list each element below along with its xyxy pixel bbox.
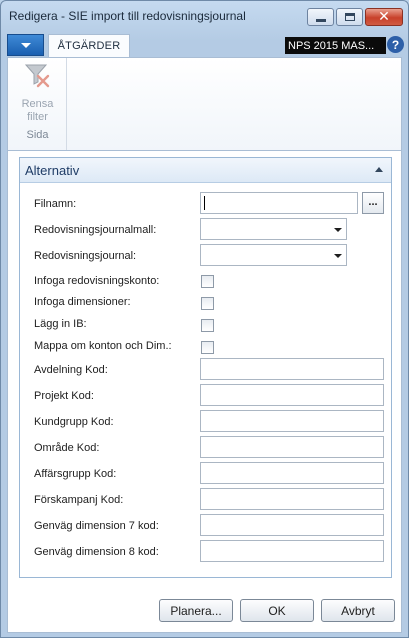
area-code-field[interactable] bbox=[200, 436, 384, 458]
text-cursor bbox=[204, 196, 205, 210]
campaign-code-field[interactable] bbox=[200, 488, 384, 510]
dropdown-arrow-icon bbox=[334, 254, 342, 258]
minimize-icon bbox=[315, 18, 326, 22]
insert-account-checkbox[interactable] bbox=[201, 275, 214, 288]
business-group-code-field[interactable] bbox=[200, 462, 384, 484]
fasttab-header[interactable]: Alternativ bbox=[20, 158, 391, 183]
project-code-field[interactable] bbox=[200, 384, 384, 406]
schedule-button[interactable]: Planera... bbox=[159, 599, 233, 622]
shortcut-dimension-7-field[interactable] bbox=[200, 514, 384, 536]
journal-template-label: Redovisningsjournalmall: bbox=[34, 224, 157, 236]
department-code-label: Avdelning Kod: bbox=[34, 364, 108, 376]
customer-group-code-label: Kundgrupp Kod: bbox=[34, 416, 114, 428]
insert-ib-checkbox[interactable] bbox=[201, 319, 214, 332]
close-button[interactable]: ✕ bbox=[365, 8, 403, 26]
maximize-icon bbox=[344, 13, 355, 21]
ribbon-tab-strip: ÅTGÄRDER NPS 2015 MAS... ? bbox=[7, 33, 404, 57]
ribbon-group-page: Rensa filter Sida bbox=[8, 58, 67, 150]
insert-ib-label: Lägg in IB: bbox=[34, 318, 87, 330]
clear-filter-button[interactable]: Rensa filter bbox=[8, 58, 67, 126]
journal-select[interactable] bbox=[200, 244, 347, 266]
close-icon: ✕ bbox=[378, 9, 390, 25]
shortcut-dimension-7-label: Genväg dimension 7 kod: bbox=[34, 520, 159, 532]
ribbon: Rensa filter Sida bbox=[7, 57, 402, 151]
clear-filter-label-line1: Rensa bbox=[21, 98, 54, 110]
minimize-button[interactable] bbox=[307, 8, 334, 26]
journal-label: Redovisningsjournal: bbox=[34, 250, 137, 262]
journal-template-select[interactable] bbox=[200, 218, 347, 240]
fasttab-title: Alternativ bbox=[25, 163, 80, 178]
department-code-field[interactable] bbox=[200, 358, 384, 380]
insert-dimensions-label: Infoga dimensioner: bbox=[34, 296, 131, 308]
shortcut-dimension-8-label: Genväg dimension 8 kod: bbox=[34, 546, 159, 558]
window-title: Redigera - SIE import till redovisningsj… bbox=[9, 9, 246, 23]
title-bar: Redigera - SIE import till redovisningsj… bbox=[1, 1, 408, 31]
page-content: Alternativ Filnamn: ... Redovisningsjour… bbox=[7, 151, 402, 595]
collapse-icon[interactable] bbox=[375, 167, 383, 172]
tab-actions[interactable]: ÅTGÄRDER bbox=[48, 34, 130, 57]
maximize-button[interactable] bbox=[336, 8, 363, 26]
filename-lookup-button[interactable]: ... bbox=[362, 192, 384, 214]
project-code-label: Projekt Kod: bbox=[34, 390, 94, 402]
insert-dimensions-checkbox[interactable] bbox=[201, 297, 214, 310]
business-group-code-label: Affärsgrupp Kod: bbox=[34, 468, 117, 480]
campaign-code-label: Förskampanj Kod: bbox=[34, 494, 124, 506]
chevron-down-icon bbox=[20, 42, 31, 48]
filename-label: Filnamn: bbox=[34, 198, 77, 210]
customer-group-code-field[interactable] bbox=[200, 410, 384, 432]
map-accounts-label: Mappa om konton och Dim.: bbox=[34, 340, 172, 352]
dialog-window: Redigera - SIE import till redovisningsj… bbox=[0, 0, 409, 638]
area-code-label: Område Kod: bbox=[34, 442, 100, 454]
shortcut-dimension-8-field[interactable] bbox=[200, 540, 384, 562]
map-accounts-checkbox[interactable] bbox=[201, 341, 214, 354]
filename-field[interactable] bbox=[200, 192, 358, 214]
application-menu-button[interactable] bbox=[7, 34, 44, 56]
ok-button[interactable]: OK bbox=[240, 599, 314, 622]
options-fasttab: Alternativ Filnamn: ... Redovisningsjour… bbox=[19, 157, 392, 578]
clear-filter-label-line2: filter bbox=[27, 111, 48, 123]
insert-account-label: Infoga redovisningskonto: bbox=[34, 275, 160, 287]
dialog-footer: Planera... OK Avbryt bbox=[7, 595, 402, 633]
cancel-button[interactable]: Avbryt bbox=[321, 599, 395, 622]
dropdown-arrow-icon bbox=[334, 228, 342, 232]
clear-filter-icon bbox=[24, 64, 50, 88]
ribbon-group-label: Sida bbox=[26, 129, 49, 141]
help-button[interactable]: ? bbox=[387, 36, 404, 53]
company-badge: NPS 2015 MAS... bbox=[285, 37, 386, 54]
